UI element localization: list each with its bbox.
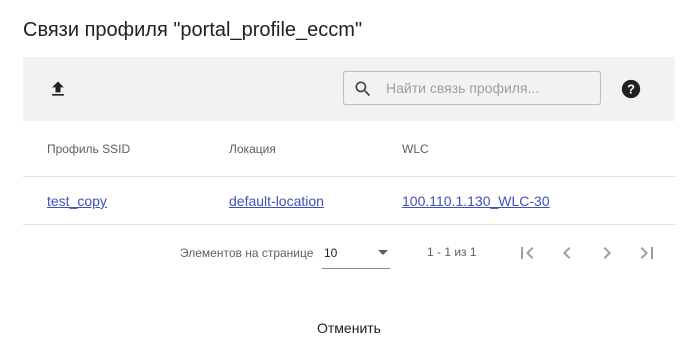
help-circle-icon: ? <box>621 79 641 99</box>
cancel-button[interactable]: Отменить <box>300 310 398 346</box>
wlc-link[interactable]: 100.110.1.130_WLC-30 <box>402 193 550 209</box>
last-page-icon <box>640 247 653 259</box>
previous-page-button[interactable] <box>555 241 579 265</box>
next-page-button[interactable] <box>595 241 619 265</box>
ssid-profile-link[interactable]: test_copy <box>47 193 107 209</box>
chevron-down-icon <box>378 250 388 255</box>
search-input[interactable] <box>386 72 586 104</box>
chevron-right-icon <box>603 247 611 259</box>
paginator: Элементов на странице 10 1 - 1 из 1 <box>0 233 698 273</box>
search-box[interactable] <box>343 71 601 105</box>
cell-ssid-profile: test_copy <box>47 193 107 209</box>
page-size-label: Элементов на странице <box>180 246 314 260</box>
first-page-button[interactable] <box>515 241 539 265</box>
page-size-select[interactable]: 10 <box>322 238 390 269</box>
toolbar: ? <box>23 57 675 121</box>
svg-text:?: ? <box>627 82 635 97</box>
help-button[interactable]: ? <box>620 78 642 100</box>
column-header-location[interactable]: Локация <box>229 142 276 156</box>
profile-links-table: Профиль SSID Локация WLC test_copy defau… <box>23 121 675 225</box>
upload-button[interactable] <box>46 77 70 101</box>
last-page-button[interactable] <box>635 241 659 265</box>
first-page-icon <box>521 247 534 259</box>
column-header-ssid-profile[interactable]: Профиль SSID <box>47 142 130 156</box>
table-header: Профиль SSID Локация WLC <box>23 121 675 177</box>
cell-location: default-location <box>229 193 324 209</box>
page-size-value: 10 <box>324 246 338 260</box>
chevron-left-icon <box>563 247 571 259</box>
table-row: test_copy default-location 100.110.1.130… <box>23 177 675 225</box>
location-link[interactable]: default-location <box>229 193 324 209</box>
column-header-wlc[interactable]: WLC <box>402 142 429 156</box>
range-label: 1 - 1 из 1 <box>427 245 477 259</box>
search-icon <box>355 81 371 97</box>
upload-icon <box>52 81 64 96</box>
cell-wlc: 100.110.1.130_WLC-30 <box>402 193 550 209</box>
dialog-title: Связи профиля "portal_profile_eccm" <box>23 19 363 41</box>
